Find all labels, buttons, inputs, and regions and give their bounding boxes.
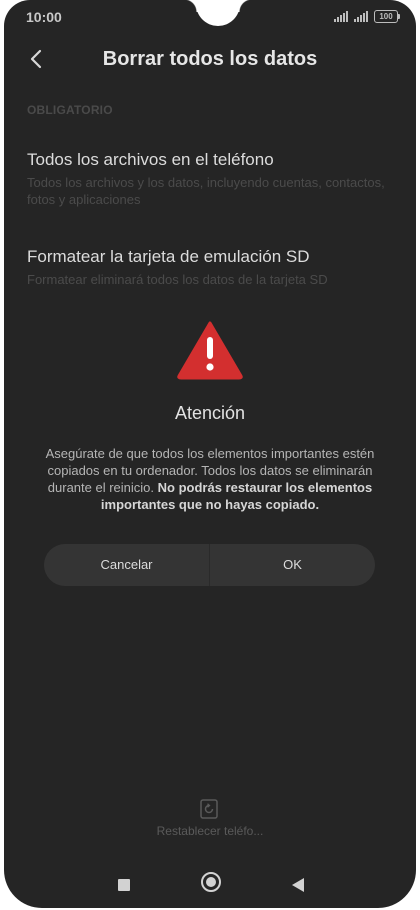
device-frame: 10:00 100 Borrar todos los datos OBLIGAT… (0, 0, 420, 910)
screen: 10:00 100 Borrar todos los datos OBLIGAT… (4, 0, 416, 908)
option-title: Formatear la tarjeta de emulación SD (27, 247, 310, 266)
section-label: OBLIGATORIO (27, 103, 113, 117)
option-description: Todos los archivos y los datos, incluyen… (27, 175, 385, 207)
option-all-files[interactable]: Todos los archivos en el teléfono Todos … (27, 150, 396, 208)
signal-1-icon (334, 11, 348, 22)
recent-apps-icon[interactable] (118, 879, 130, 891)
option-description: Formatear eliminará todos los datos de l… (27, 272, 328, 287)
battery-icon: 100 (374, 10, 400, 23)
dialog-title: Atención (174, 403, 246, 423)
camera-notch (184, 0, 252, 26)
cancel-button[interactable]: Cancelar (44, 544, 209, 586)
option-title: Todos los archivos en el teléfono (27, 150, 274, 169)
reset-icon[interactable] (200, 799, 218, 819)
option-format-sd[interactable]: Formatear la tarjeta de emulación SD For… (27, 247, 396, 288)
dialog-message: Asegúrate de que todos los elementos imp… (44, 445, 376, 513)
home-icon[interactable] (201, 872, 221, 892)
dialog-buttons: Cancelar OK (44, 544, 375, 586)
status-time: 10:00 (26, 9, 62, 25)
status-icons: 100 (334, 10, 400, 23)
reset-phone-button[interactable]: Restablecer teléfo... (4, 824, 416, 838)
ok-button[interactable]: OK (210, 544, 375, 586)
page-title: Borrar todos los datos (102, 48, 318, 70)
back-triangle-icon[interactable] (292, 878, 304, 892)
warning-triangle-icon (177, 321, 243, 380)
signal-2-icon (354, 11, 368, 22)
